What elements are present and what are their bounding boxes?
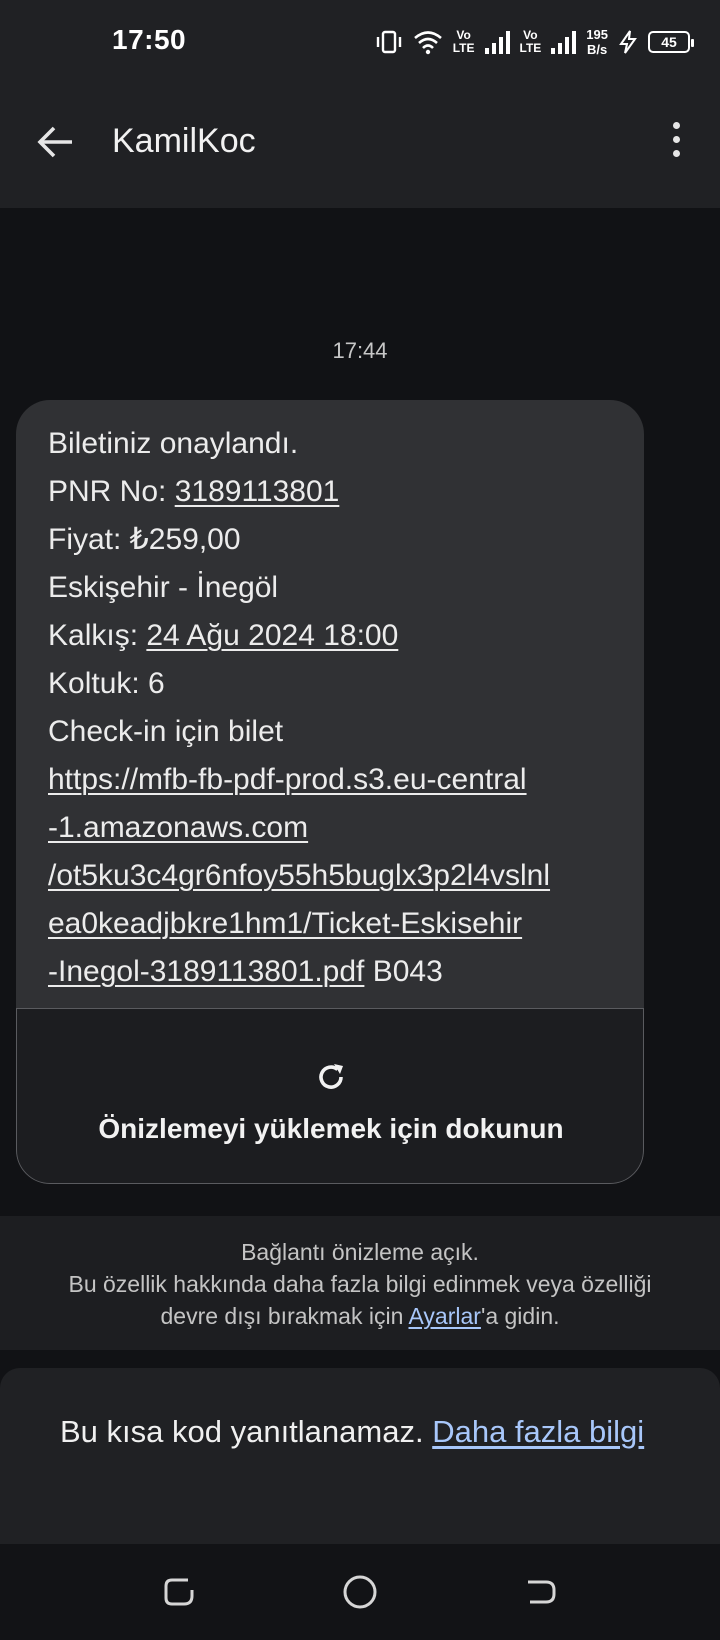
- message-line: Biletiniz onaylandı.: [48, 427, 299, 460]
- ticket-url-link[interactable]: ea0keadjbkre1hm1/Ticket-Eskisehir: [48, 900, 623, 948]
- link-preview-card[interactable]: Önizlemeyi yüklemek için dokunun: [16, 1008, 644, 1184]
- vibrate-icon: [376, 30, 401, 54]
- message-timestamp: 17:44: [332, 338, 388, 363]
- ticket-url-link[interactable]: -Inegol-3189113801.pdf: [48, 955, 364, 988]
- sim1-lte-label: Vo LTE: [452, 28, 475, 55]
- checkin-line: Check-in için bilet: [48, 715, 284, 748]
- ticket-url-link[interactable]: https://mfb-fb-pdf-prod.s3.eu-central: [48, 756, 623, 804]
- status-bar: 17:50 Vo LTE Vo LTE 195 B/s 45: [0, 0, 720, 82]
- signal-icon: [551, 30, 577, 54]
- settings-link[interactable]: Ayarlar: [409, 1303, 481, 1329]
- recent-apps-icon[interactable]: [158, 1570, 202, 1614]
- charging-icon: [619, 30, 637, 54]
- ticket-url-link[interactable]: -1.amazonaws.com: [48, 804, 623, 852]
- learn-more-link[interactable]: Daha fazla bilgi: [432, 1414, 644, 1449]
- pnr-line: PNR No: 3189113801: [48, 475, 340, 508]
- back-arrow-icon[interactable]: [34, 120, 78, 164]
- home-icon[interactable]: [338, 1570, 382, 1614]
- ticket-url-link[interactable]: /ot5ku3c4gr6nfoy55h5buglx3p2l4vslnl: [48, 852, 623, 900]
- route-line: Eskişehir - İnegöl: [48, 571, 279, 604]
- departure-date-link[interactable]: 24 Ağu 2024 18:00: [146, 619, 398, 652]
- signal-icon: [484, 30, 510, 54]
- app-bar: KamilKoc: [0, 82, 720, 208]
- status-time: 17:50: [112, 24, 187, 55]
- link-preview-info: Bağlantı önizleme açık. Bu özellik hakkı…: [0, 1216, 720, 1350]
- message-bubble[interactable]: Biletiniz onaylandı. PNR No: 3189113801 …: [16, 400, 644, 1184]
- message-text: Biletiniz onaylandı. PNR No: 3189113801 …: [48, 420, 623, 996]
- departure-line: Kalkış: 24 Ağu 2024 18:00: [48, 619, 399, 652]
- battery-icon: 45: [648, 31, 694, 53]
- more-vert-icon[interactable]: [670, 122, 682, 162]
- url-last-line: -Inegol-3189113801.pdf B043: [48, 955, 443, 988]
- status-icons: Vo LTE Vo LTE 195 B/s 45: [375, 22, 694, 62]
- seat-line: Koltuk: 6: [48, 667, 165, 700]
- pnr-number-link[interactable]: 3189113801: [175, 475, 340, 508]
- refresh-icon: [319, 1064, 343, 1089]
- sim2-lte-label: Vo LTE: [519, 28, 542, 55]
- wifi-icon: [413, 31, 442, 55]
- conversation-title: KamilKoc: [112, 122, 256, 160]
- navigation-bar: [0, 1544, 720, 1640]
- short-code-notice: Bu kısa kod yanıtlanamaz. Daha fazla bil…: [0, 1368, 720, 1544]
- network-speed: 195 B/s: [586, 27, 608, 57]
- preview-load-label: Önizlemeyi yüklemek için dokunun: [98, 1113, 564, 1144]
- back-icon[interactable]: [518, 1570, 562, 1614]
- price-line: Fiyat: ₺259,00: [48, 523, 241, 556]
